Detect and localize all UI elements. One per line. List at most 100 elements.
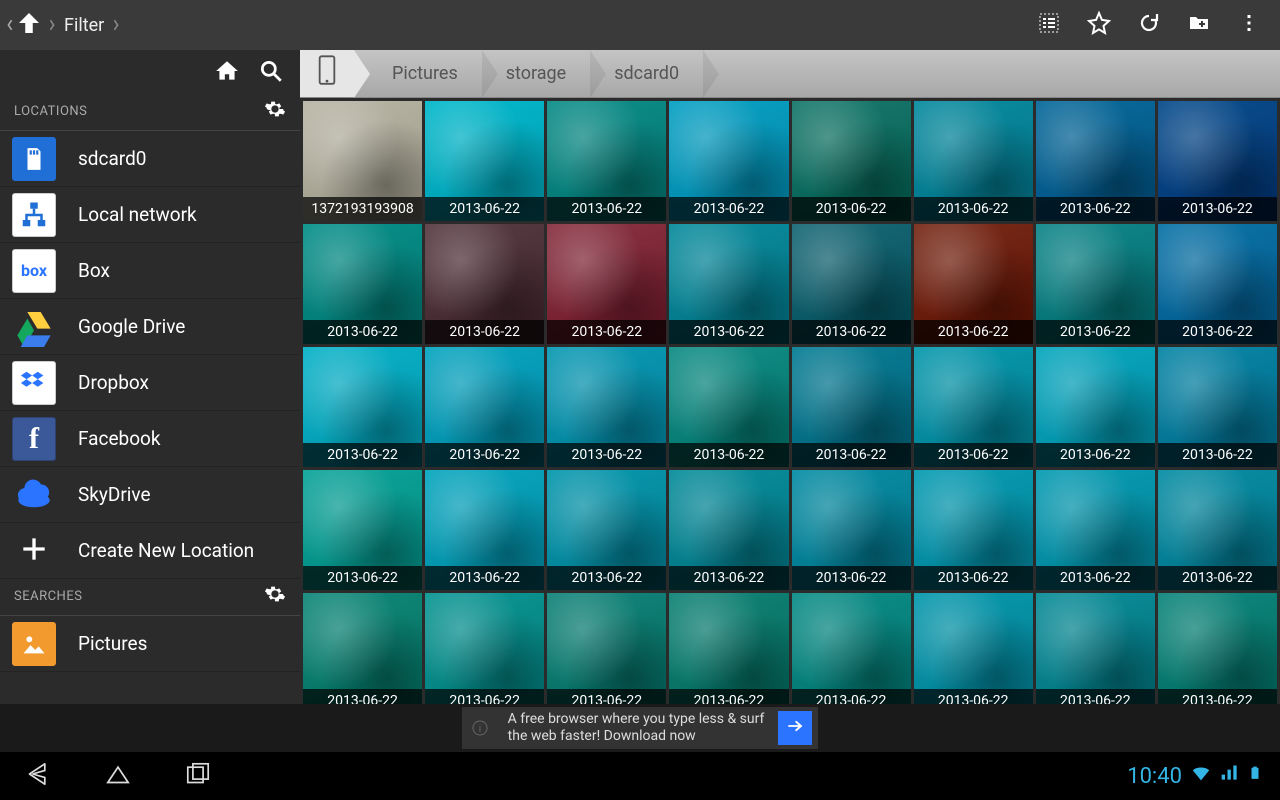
thumbnail[interactable]: 2013-06-22 <box>792 470 911 590</box>
breadcrumb-seg[interactable]: Pictures <box>370 50 484 97</box>
thumbnail-grid: 1372193193908 2013-06-22 2013-06-22 2013… <box>300 98 1280 704</box>
thumbnail[interactable]: 2013-06-22 <box>1036 347 1155 467</box>
sidebar-item-local-network[interactable]: Local network <box>0 187 300 243</box>
thumbnail[interactable]: 2013-06-22 <box>425 470 544 590</box>
thumbnail[interactable]: 2013-06-22 <box>1036 224 1155 344</box>
thumbnail[interactable]: 2013-06-22 <box>669 593 788 704</box>
thumbnail[interactable]: 2013-06-22 <box>303 470 422 590</box>
thumbnail[interactable]: 2013-06-22 <box>1036 101 1155 221</box>
breadcrumb-device[interactable] <box>300 50 354 97</box>
thumbnail-caption: 2013-06-22 <box>669 689 788 704</box>
arrow-right-icon <box>785 716 805 740</box>
thumbnail[interactable]: 2013-06-22 <box>914 224 1033 344</box>
overflow-button[interactable] <box>1224 0 1274 50</box>
breadcrumb-seg[interactable]: storage <box>484 50 592 97</box>
status-area: 10:40 <box>1127 762 1262 790</box>
search-icon[interactable] <box>258 58 284 88</box>
thumbnail-caption: 2013-06-22 <box>425 443 544 467</box>
thumbnail-caption: 2013-06-22 <box>792 443 911 467</box>
thumbnail[interactable]: 2013-06-22 <box>669 470 788 590</box>
sidebar-item-facebook[interactable]: f Facebook <box>0 411 300 467</box>
thumbnail-caption: 2013-06-22 <box>1158 566 1277 590</box>
thumbnail[interactable]: 2013-06-22 <box>792 593 911 704</box>
action-bar: Filter <box>0 0 1280 50</box>
thumbnail[interactable]: 2013-06-22 <box>1036 470 1155 590</box>
thumbnail-caption: 2013-06-22 <box>547 566 666 590</box>
back-button[interactable] <box>18 756 58 796</box>
thumbnail[interactable]: 2013-06-22 <box>547 101 666 221</box>
pictures-icon <box>12 622 56 666</box>
breadcrumb-seg[interactable]: sdcard0 <box>592 50 705 97</box>
thumbnail[interactable]: 2013-06-22 <box>792 347 911 467</box>
thumbnail[interactable]: 2013-06-22 <box>669 101 788 221</box>
thumbnail[interactable]: 2013-06-22 <box>425 593 544 704</box>
svg-text:i: i <box>478 724 480 735</box>
thumbnail-image <box>1158 593 1277 704</box>
thumbnail[interactable]: 2013-06-22 <box>425 224 544 344</box>
thumbnail[interactable]: 2013-06-22 <box>547 224 666 344</box>
battery-icon <box>1248 762 1262 790</box>
thumbnail[interactable]: 2013-06-22 <box>1036 593 1155 704</box>
home-button[interactable] <box>98 756 138 796</box>
thumbnail[interactable]: 2013-06-22 <box>914 593 1033 704</box>
searches-header-label: SEARCHES <box>14 589 82 604</box>
thumbnail-caption: 2013-06-22 <box>303 689 422 704</box>
thumbnail-caption: 2013-06-22 <box>547 689 666 704</box>
thumbnail[interactable]: 2013-06-22 <box>1158 347 1277 467</box>
breadcrumb: Pictures storage sdcard0 <box>300 50 1280 98</box>
home-icon[interactable] <box>214 58 240 88</box>
thumbnail[interactable]: 2013-06-22 <box>547 347 666 467</box>
thumbnail[interactable]: 2013-06-22 <box>547 593 666 704</box>
thumbnail[interactable]: 2013-06-22 <box>669 224 788 344</box>
thumbnail-caption: 2013-06-22 <box>792 197 911 221</box>
thumbnail[interactable]: 2013-06-22 <box>914 347 1033 467</box>
thumbnail[interactable]: 2013-06-22 <box>303 224 422 344</box>
ad-go-button[interactable] <box>778 711 812 745</box>
thumbnail[interactable]: 2013-06-22 <box>1158 593 1277 704</box>
skydrive-logo-icon <box>12 473 56 517</box>
thumbnail-caption: 2013-06-22 <box>1158 197 1277 221</box>
thumbnail-caption: 2013-06-22 <box>1036 566 1155 590</box>
ad-box[interactable]: i A free browser where you type less & s… <box>462 707 819 749</box>
thumbnail[interactable]: 2013-06-22 <box>425 101 544 221</box>
favorite-button[interactable] <box>1074 0 1124 50</box>
thumbnail[interactable]: 2013-06-22 <box>792 224 911 344</box>
create-location-button[interactable]: Create New Location <box>0 523 300 579</box>
plus-icon <box>18 533 50 569</box>
sidebar-item-google-drive[interactable]: Google Drive <box>0 299 300 355</box>
gear-icon[interactable] <box>264 583 286 609</box>
thumbnail[interactable]: 2013-06-22 <box>914 470 1033 590</box>
thumbnail-caption: 2013-06-22 <box>303 566 422 590</box>
thumbnail-caption: 2013-06-22 <box>547 197 666 221</box>
thumbnail[interactable]: 2013-06-22 <box>1158 470 1277 590</box>
sidebar-item-dropbox[interactable]: Dropbox <box>0 355 300 411</box>
content-area: Pictures storage sdcard0 1372193193908 2… <box>300 50 1280 704</box>
searches-header: SEARCHES <box>0 579 300 616</box>
thumbnail[interactable]: 2013-06-22 <box>669 347 788 467</box>
up-button[interactable]: Filter <box>6 0 130 50</box>
locations-header-label: LOCATIONS <box>14 104 87 119</box>
thumbnail-caption: 2013-06-22 <box>1036 197 1155 221</box>
sidebar-item-box[interactable]: box Box <box>0 243 300 299</box>
sidebar-item-sdcard0[interactable]: sdcard0 <box>0 131 300 187</box>
new-folder-button[interactable] <box>1174 0 1224 50</box>
select-mode-button[interactable] <box>1024 0 1074 50</box>
overflow-icon <box>1237 11 1261 40</box>
refresh-icon <box>1137 11 1161 40</box>
gear-icon[interactable] <box>264 98 286 124</box>
thumbnail[interactable]: 2013-06-22 <box>1158 224 1277 344</box>
thumbnail[interactable]: 2013-06-22 <box>547 470 666 590</box>
sidebar-item-skydrive[interactable]: SkyDrive <box>0 467 300 523</box>
thumbnail[interactable]: 1372193193908 <box>303 101 422 221</box>
thumbnail-caption: 2013-06-22 <box>792 320 911 344</box>
thumbnail-image <box>1036 593 1155 704</box>
thumbnail[interactable]: 2013-06-22 <box>425 347 544 467</box>
thumbnail[interactable]: 2013-06-22 <box>1158 101 1277 221</box>
recent-apps-button[interactable] <box>178 756 218 796</box>
sidebar-item-pictures[interactable]: Pictures <box>0 616 300 672</box>
thumbnail[interactable]: 2013-06-22 <box>303 347 422 467</box>
refresh-button[interactable] <box>1124 0 1174 50</box>
thumbnail[interactable]: 2013-06-22 <box>303 593 422 704</box>
thumbnail[interactable]: 2013-06-22 <box>914 101 1033 221</box>
thumbnail[interactable]: 2013-06-22 <box>792 101 911 221</box>
